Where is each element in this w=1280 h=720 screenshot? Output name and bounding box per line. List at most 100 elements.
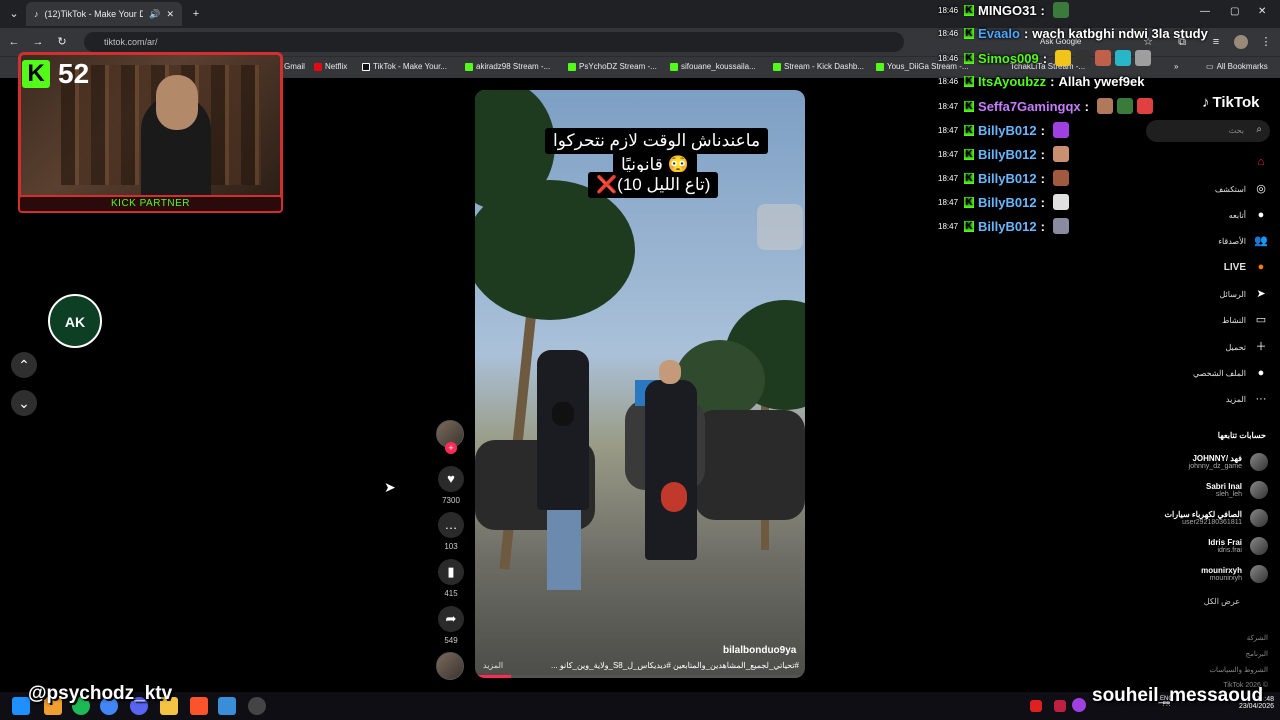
kick-logo-icon: K	[22, 60, 50, 88]
tab-search-icon[interactable]: ⌄	[6, 6, 22, 22]
follow-plus-icon[interactable]: +	[445, 442, 457, 454]
bookmarks-overflow-icon[interactable]: »	[1174, 62, 1178, 71]
new-tab-button[interactable]: +	[188, 6, 204, 22]
music-disc-icon[interactable]	[436, 652, 464, 680]
nav-item[interactable]: أتابعه ●	[1229, 208, 1268, 222]
following-account[interactable]: الصافي لكهرباء سيارات user292180361811	[1164, 509, 1268, 527]
comment-icon[interactable]: …	[438, 512, 464, 538]
close-tab-icon[interactable]: ✕	[166, 9, 174, 20]
audio-icon[interactable]: 🔊	[149, 9, 160, 20]
nav-label: الأصدقاء	[1218, 236, 1246, 246]
tiktok-brand-text: TikTok	[1212, 94, 1260, 111]
chat-username[interactable]: Evaalo	[978, 26, 1020, 41]
tab-tiktok[interactable]: ♪ (12)TikTok - Make Your Day 🔊 ✕	[26, 2, 182, 26]
obs-icon[interactable]	[248, 697, 266, 715]
video-player[interactable]: ماعندناش الوقت لازم نتحركوا قانونيًا 😳 ❌…	[475, 90, 805, 678]
nav-item[interactable]: استكشف ◎	[1215, 182, 1268, 196]
bookmark-label: sifouane_koussaila...	[681, 62, 756, 71]
see-all-link[interactable]: عرض الكل	[1204, 597, 1240, 606]
heart-icon[interactable]: ♥	[438, 466, 464, 492]
floating-button[interactable]	[757, 204, 803, 250]
bookmark-item[interactable]: Gmail	[284, 62, 305, 71]
chat-username[interactable]: BillyB012	[978, 123, 1037, 138]
bookmark-item[interactable]: TikTok - Make Your...	[362, 62, 447, 71]
close-window-icon[interactable]: ✕	[1258, 6, 1266, 17]
chat-username[interactable]: BillyB012	[978, 219, 1037, 234]
menu-lines-icon[interactable]: ≡	[1208, 34, 1224, 50]
footer-link[interactable]: البرنامج	[1246, 650, 1268, 658]
chat-username[interactable]: MINGO31	[978, 3, 1037, 18]
search-icon[interactable]: ⌕	[1256, 124, 1262, 135]
nav-label: استكشف	[1214, 184, 1246, 194]
minimize-icon[interactable]: —	[1200, 6, 1210, 17]
avatar[interactable]	[1250, 509, 1268, 527]
following-account[interactable]: Sabri Inal sleh_leh	[1206, 481, 1268, 499]
account-username: mounirxyh	[1209, 575, 1242, 582]
author-avatar-button[interactable]: +	[436, 420, 466, 454]
all-bookmarks-button[interactable]: ▭ All Bookmarks	[1206, 62, 1268, 71]
chat-username[interactable]: ItsAyoubzz	[978, 74, 1046, 89]
account-name: JOHNNY/ فهد	[1192, 454, 1242, 463]
music-disc-button[interactable]	[436, 652, 466, 680]
chat-colon: :	[1023, 26, 1029, 41]
footer-link[interactable]: الشروط والسياسات	[1209, 666, 1268, 674]
bookmark-item[interactable]: PsYchoDZ Stream -...	[568, 62, 657, 71]
save-action[interactable]: ▮ 415	[436, 559, 466, 598]
more-link[interactable]: المزيد	[483, 661, 503, 670]
profile-avatar[interactable]	[1234, 35, 1248, 49]
avatar[interactable]	[1250, 453, 1268, 471]
video-progress-bar[interactable]	[475, 675, 805, 678]
avatar[interactable]	[1250, 565, 1268, 583]
next-video-button[interactable]: ⌄	[11, 390, 37, 416]
chat-username[interactable]: BillyB012	[978, 147, 1037, 162]
following-account[interactable]: mounirxyh mounirxyh	[1201, 565, 1268, 583]
maximize-icon[interactable]: ▢	[1230, 6, 1239, 17]
chat-username[interactable]: BillyB012	[978, 171, 1037, 186]
avatar[interactable]	[1250, 481, 1268, 499]
nav-item[interactable]: المزيد ···	[1226, 392, 1268, 406]
tray-icon[interactable]	[1072, 698, 1086, 712]
back-icon[interactable]: ←	[6, 34, 22, 50]
nav-item[interactable]: تحميل ＋	[1226, 340, 1269, 354]
brave-icon[interactable]	[190, 697, 208, 715]
bookmark-item[interactable]: Stream - Kick Dashb...	[773, 62, 864, 71]
nav-item[interactable]: الأصدقاء 👥	[1218, 234, 1268, 248]
bookmark-icon[interactable]: ▮	[438, 559, 464, 585]
avatar[interactable]	[1250, 537, 1268, 555]
streamer-name-overlay: souheil_messaoud	[1092, 685, 1264, 706]
tray-icon[interactable]	[1030, 700, 1042, 712]
like-action[interactable]: ♥ 7300	[436, 466, 466, 505]
nav-item[interactable]: النشاط ▭	[1222, 313, 1268, 327]
kebab-menu-icon[interactable]: ⋮	[1258, 34, 1274, 50]
search-input[interactable]: بحث ⌕	[1146, 120, 1270, 142]
nav-item[interactable]: الملف الشخصي ●	[1193, 366, 1268, 380]
chat-colon: :	[1084, 98, 1089, 114]
nav-item[interactable]: LIVE ●	[1224, 260, 1268, 274]
caption-line-3: ❌(10 تاع الليل)	[588, 172, 719, 198]
bookmark-item[interactable]: sifouane_koussaila...	[670, 62, 756, 71]
chat-message: 18:47 K BillyB012:	[938, 122, 1069, 138]
following-account[interactable]: Idris Frai idris.frai	[1208, 537, 1268, 555]
tiktok-logo[interactable]: ♪ TikTok	[1202, 94, 1259, 111]
kick-badge-icon: K	[964, 76, 975, 87]
url-field[interactable]: tiktok.com/ar/	[84, 32, 904, 52]
comment-action[interactable]: … 103	[436, 512, 466, 551]
chat-username[interactable]: Seffa7Gamingqx	[978, 99, 1081, 114]
video-author-handle[interactable]: bilalbonduo9ya	[723, 645, 796, 656]
previous-video-button[interactable]: ⌃	[11, 352, 37, 378]
forward-icon[interactable]: →	[30, 34, 46, 50]
share-icon[interactable]: ➦	[438, 606, 464, 632]
nav-item[interactable]: الرسائل ➤	[1220, 287, 1269, 301]
nav-item[interactable]: ⌂	[1246, 155, 1268, 169]
bookmark-item[interactable]: akiradz98 Stream -...	[465, 62, 550, 71]
bookmark-item[interactable]: Netflix	[314, 62, 347, 71]
bookmark-label: Gmail	[284, 62, 305, 71]
share-action[interactable]: ➦ 549	[436, 606, 466, 645]
app-icon[interactable]	[218, 697, 236, 715]
chat-username[interactable]: Simos009	[978, 51, 1039, 66]
reload-icon[interactable]: ↻	[54, 34, 70, 50]
following-account[interactable]: JOHNNY/ فهد johnny_dz_game	[1189, 453, 1268, 471]
tray-icon[interactable]	[1054, 700, 1066, 712]
chat-username[interactable]: BillyB012	[978, 195, 1037, 210]
footer-link[interactable]: الشركة	[1247, 634, 1268, 642]
